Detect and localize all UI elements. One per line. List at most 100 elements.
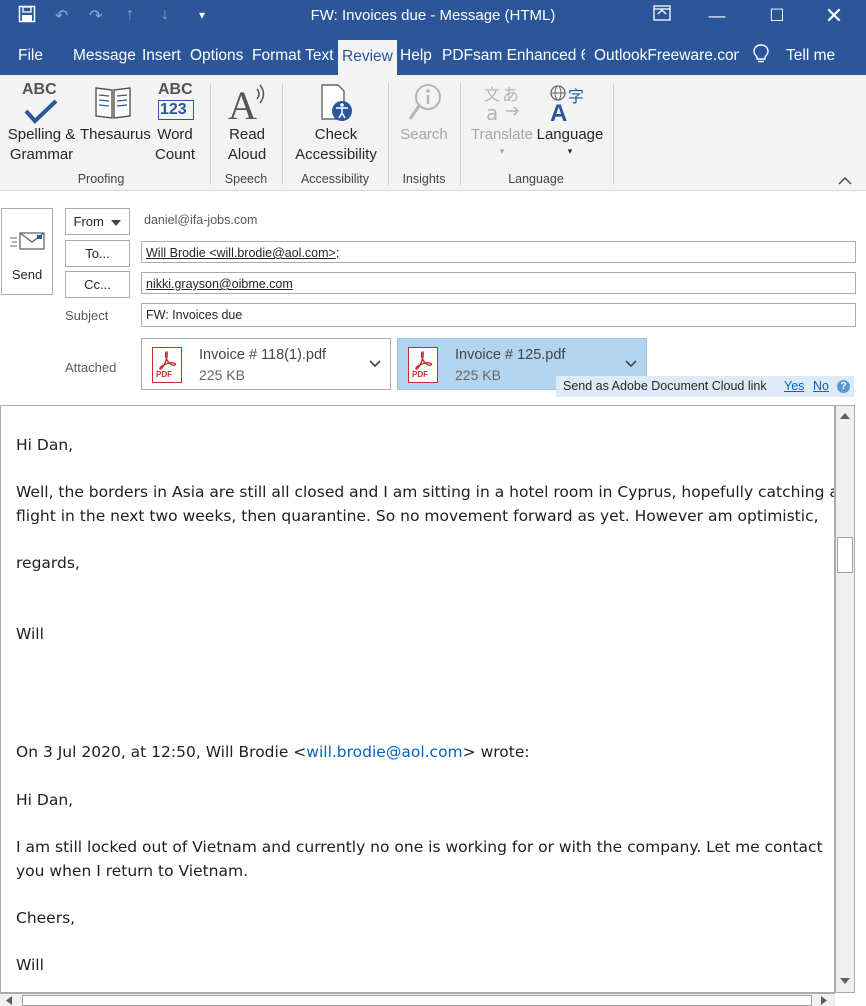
tab-outlookfreeware[interactable]: OutlookFreeware.com — [594, 32, 739, 75]
read-aloud-button[interactable]: Read Aloud — [222, 125, 272, 165]
body-line: flight in the next two weeks, then quara… — [16, 507, 819, 525]
subject-label: Subject — [65, 308, 109, 323]
tab-message[interactable]: Message — [73, 32, 136, 75]
window-title: FW: Invoices due - Message (HTML) — [310, 7, 556, 24]
language-button[interactable]: Language ▾ — [536, 125, 604, 157]
language-icon: 字A — [548, 83, 592, 128]
quote-email-link[interactable]: will.brodie@aol.com — [306, 743, 462, 761]
svg-text:A: A — [550, 100, 567, 123]
scroll-thumb[interactable] — [837, 537, 853, 573]
group-insights-label: Insights — [402, 172, 446, 186]
group-language-label: Language — [508, 172, 564, 186]
ribbon-tabs: File Message Insert Options Format Text … — [0, 32, 866, 75]
separator — [210, 83, 211, 185]
attachment-name: Invoice # 125.pdf — [455, 347, 566, 363]
body-line: regards, — [16, 554, 80, 572]
send-icon — [10, 232, 45, 250]
attachment-item[interactable]: PDF Invoice # 118(1).pdf 225 KB — [141, 338, 391, 390]
from-value: daniel@ifa-jobs.com — [144, 213, 258, 227]
help-icon[interactable]: ? — [837, 380, 850, 393]
horizontal-scrollbar[interactable] — [0, 993, 835, 1006]
vertical-scrollbar[interactable] — [835, 405, 855, 993]
body-line: I am still locked out of Vietnam and cur… — [16, 838, 823, 856]
title-bar: ↶ ↷ ↑ ↓ ▾ FW: Invoices due - Message (HT… — [0, 0, 866, 32]
smart-lookup-icon — [408, 83, 444, 128]
body-line: Cheers, — [16, 909, 76, 927]
quote-header: On 3 Jul 2020, at 12:50, Will Brodie <wi… — [16, 743, 530, 761]
spelling-icon: ABC — [22, 81, 58, 124]
tab-file[interactable]: File — [18, 32, 43, 75]
spelling-grammar-button[interactable]: Spelling & Grammar — [5, 125, 78, 165]
search-button[interactable]: Search — [398, 125, 450, 145]
close-icon[interactable]: ✕ — [822, 4, 846, 28]
word-count-button[interactable]: Word Count — [150, 125, 200, 165]
tab-help[interactable]: Help — [400, 32, 432, 75]
attached-label: Attached — [65, 360, 117, 375]
hscroll-thumb[interactable] — [22, 995, 812, 1006]
tab-format-text[interactable]: Format Text — [252, 32, 334, 75]
chevron-down-icon[interactable] — [369, 360, 381, 368]
thesaurus-button[interactable]: Thesaurus — [80, 125, 151, 145]
message-body[interactable]: Hi Dan, Well, the borders in Asia are st… — [0, 405, 835, 993]
body-line: Hi Dan, — [16, 436, 74, 454]
from-button[interactable]: From — [65, 208, 130, 235]
to-recipient[interactable]: Will Brodie <will.brodie@aol.com>; — [146, 246, 339, 260]
scroll-up-icon[interactable] — [840, 412, 850, 419]
body-line: Hi Dan, — [16, 791, 74, 809]
cc-recipient[interactable]: nikki.grayson@oibme.com — [146, 277, 293, 291]
cloud-link-yes[interactable]: Yes — [784, 376, 804, 397]
to-button[interactable]: To... — [65, 240, 130, 267]
scroll-down-icon[interactable] — [840, 978, 850, 985]
body-line: Will — [16, 956, 44, 974]
tab-insert[interactable]: Insert — [142, 32, 181, 75]
collapse-ribbon-icon[interactable] — [838, 173, 852, 191]
body-line: you when I return to Vietnam. — [16, 862, 249, 880]
separator — [613, 83, 614, 185]
check-accessibility-button[interactable]: Check Accessibility — [292, 125, 380, 165]
group-accessibility-label: Accessibility — [300, 172, 370, 186]
cloud-link-bar: Send as Adobe Document Cloud link Yes No… — [556, 376, 854, 397]
lightbulb-icon — [753, 44, 769, 64]
pdf-file-icon: PDF — [152, 347, 182, 383]
ribbon-display-options-icon[interactable] — [650, 4, 674, 28]
read-aloud-icon: A — [228, 81, 268, 128]
cloud-link-prompt: Send as Adobe Document Cloud link — [563, 379, 767, 393]
send-button[interactable]: Send — [1, 208, 53, 295]
body-line: Well, the borders in Asia are still all … — [16, 483, 835, 501]
tab-review[interactable]: Review — [338, 40, 397, 75]
send-label: Send — [11, 267, 43, 282]
maximize-icon[interactable]: ☐ — [765, 4, 789, 28]
separator — [282, 83, 283, 185]
chevron-down-icon — [111, 220, 122, 226]
from-label: From — [73, 214, 104, 229]
scroll-right-icon[interactable] — [821, 996, 827, 1005]
svg-text:あ: あ — [502, 86, 519, 106]
separator — [460, 83, 461, 185]
svg-text:a: a — [486, 101, 498, 123]
svg-text:字: 字 — [568, 87, 584, 106]
attachment-size: 225 KB — [455, 367, 501, 383]
translate-icon: 文あa — [484, 83, 524, 128]
separator — [388, 83, 389, 185]
thesaurus-icon — [94, 84, 132, 125]
tab-options[interactable]: Options — [190, 32, 243, 75]
body-line: Will — [16, 625, 44, 643]
tell-me-search[interactable]: Tell me — [786, 32, 835, 75]
minimize-icon[interactable]: — — [705, 4, 729, 28]
translate-button[interactable]: Translate ▾ — [470, 125, 534, 157]
tab-pdfsam[interactable]: PDFsam Enhanced 6 C — [442, 32, 585, 75]
check-accessibility-icon — [320, 83, 356, 128]
word-count-icon: ABC 123 — [158, 81, 194, 120]
svg-text:A: A — [228, 83, 257, 123]
pdf-file-icon: PDF — [408, 347, 438, 383]
cc-field[interactable]: nikki.grayson@oibme.com — [141, 272, 856, 294]
ribbon: ABC Spelling & Grammar Thesaurus ABC 123 … — [0, 75, 866, 191]
cc-button[interactable]: Cc... — [65, 271, 130, 298]
to-field[interactable]: Will Brodie <will.brodie@aol.com>; — [141, 241, 856, 263]
scroll-left-icon[interactable] — [6, 996, 12, 1005]
attachment-name: Invoice # 118(1).pdf — [199, 347, 327, 363]
subject-field[interactable]: FW: Invoices due — [141, 303, 856, 327]
chevron-down-icon[interactable] — [625, 360, 637, 368]
group-proofing-label: Proofing — [77, 172, 125, 186]
cloud-link-no[interactable]: No — [813, 376, 829, 397]
